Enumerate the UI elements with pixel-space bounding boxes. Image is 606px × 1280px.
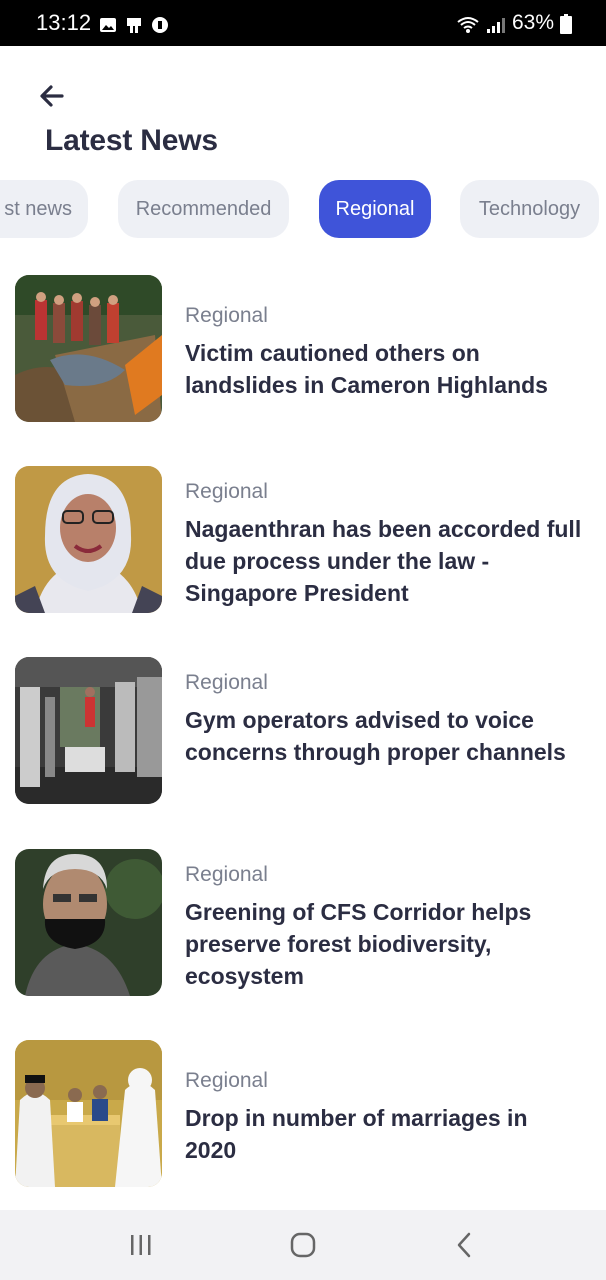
cast-icon: [125, 14, 143, 33]
news-thumbnail: [15, 466, 162, 613]
news-headline: Victim cautioned others on landslides in…: [185, 340, 548, 398]
tab-label: st news: [4, 197, 72, 220]
arrow-left-icon: [40, 85, 64, 107]
news-category: Regional: [185, 480, 268, 503]
news-item[interactable]: Regional Gym operators advised to voice …: [0, 657, 606, 807]
battery-icon: [560, 14, 572, 34]
tab-label: Regional: [335, 197, 415, 220]
news-headline: Nagaenthran has been accorded full due p…: [185, 516, 582, 606]
tab-label: Technology: [478, 197, 581, 220]
battery-percent: 63%: [511, 11, 554, 34]
news-headline: Drop in number of marriages in 2020: [185, 1105, 528, 1163]
tab-label: Recommended: [135, 197, 272, 220]
back-nav-button[interactable]: [435, 1220, 495, 1270]
news-thumbnail: [15, 657, 162, 804]
news-thumbnail: [15, 849, 162, 996]
status-bar: 13:12 63%: [0, 0, 606, 46]
image-icon: [99, 14, 117, 32]
tab-technology[interactable]: Technology: [460, 180, 599, 238]
recent-apps-icon: [131, 1235, 151, 1255]
news-headline: Greening of CFS Corridor helps preserve …: [185, 899, 532, 989]
news-item[interactable]: Regional Victim cautioned others on land…: [0, 275, 606, 425]
system-nav-bar: [0, 1210, 606, 1280]
tab-regional[interactable]: Regional: [319, 180, 431, 238]
news-thumbnail: [15, 275, 162, 422]
news-item[interactable]: Regional Nagaenthran has been accorded f…: [0, 466, 606, 616]
tab-latest-news[interactable]: st news: [0, 180, 88, 238]
home-button[interactable]: [273, 1220, 333, 1270]
news-headline: Gym operators advised to voice concerns …: [185, 707, 566, 765]
news-category: Regional: [185, 863, 268, 886]
recent-apps-button[interactable]: [111, 1220, 171, 1270]
signal-icon: [486, 14, 506, 33]
news-item[interactable]: Regional Greening of CFS Corridor helps …: [0, 849, 606, 999]
wifi-icon: [456, 14, 480, 33]
page-title: Latest News: [45, 124, 218, 157]
back-button[interactable]: [36, 80, 68, 112]
status-time: 13:12: [36, 10, 92, 35]
home-icon: [290, 1232, 316, 1258]
app-icon: [151, 14, 169, 33]
news-item[interactable]: Regional Drop in number of marriages in …: [0, 1040, 606, 1190]
news-category: Regional: [185, 304, 268, 327]
category-tabs: st news Recommended Regional Technology: [0, 180, 606, 238]
news-category: Regional: [185, 1069, 268, 1092]
back-nav-icon: [457, 1232, 471, 1258]
tab-recommended[interactable]: Recommended: [118, 180, 289, 238]
news-category: Regional: [185, 671, 268, 694]
news-thumbnail: [15, 1040, 162, 1187]
